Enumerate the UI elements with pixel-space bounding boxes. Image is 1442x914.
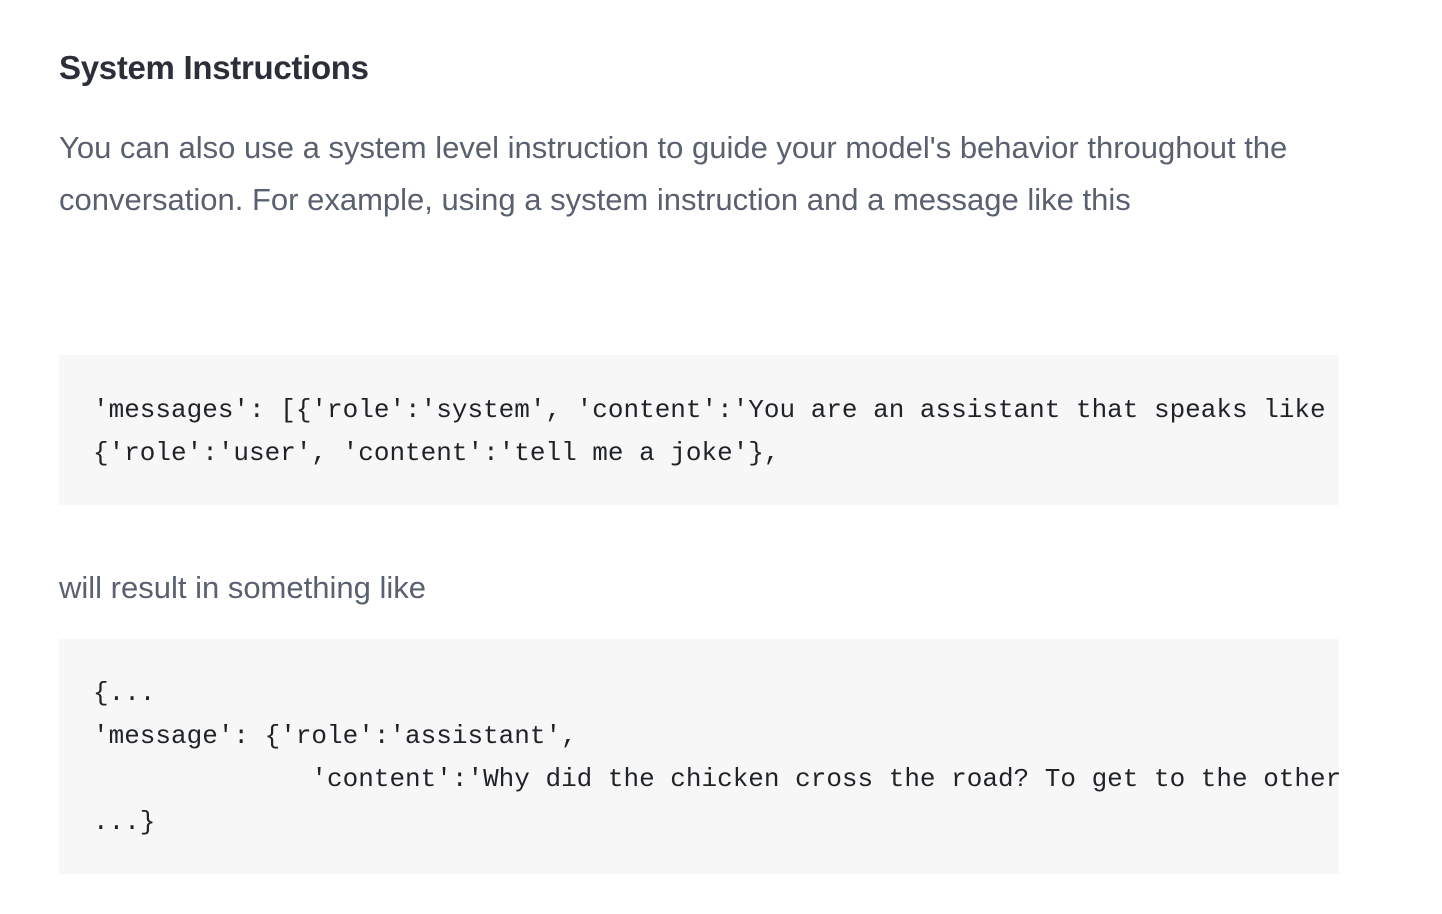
code-line: ...}	[93, 807, 156, 837]
code-line: {'role':'user', 'content':'tell me a jok…	[93, 438, 780, 468]
result-paragraph: will result in something like	[59, 570, 426, 605]
section-title: System Instructions	[59, 49, 369, 86]
code-line: {...	[93, 678, 156, 708]
code-line: 'messages': [{'role':'system', 'content'…	[93, 395, 1326, 425]
code-line: 'message': {'role':'assistant',	[93, 721, 577, 751]
request-code-block: 'messages': [{'role':'system', 'content'…	[59, 355, 1339, 505]
intro-paragraph: You can also use a system level instruct…	[59, 130, 1288, 217]
code-line: 'content':'Why did the chicken cross the…	[93, 764, 1339, 794]
response-code-block: {... 'message': {'role':'assistant', 'co…	[59, 639, 1339, 874]
